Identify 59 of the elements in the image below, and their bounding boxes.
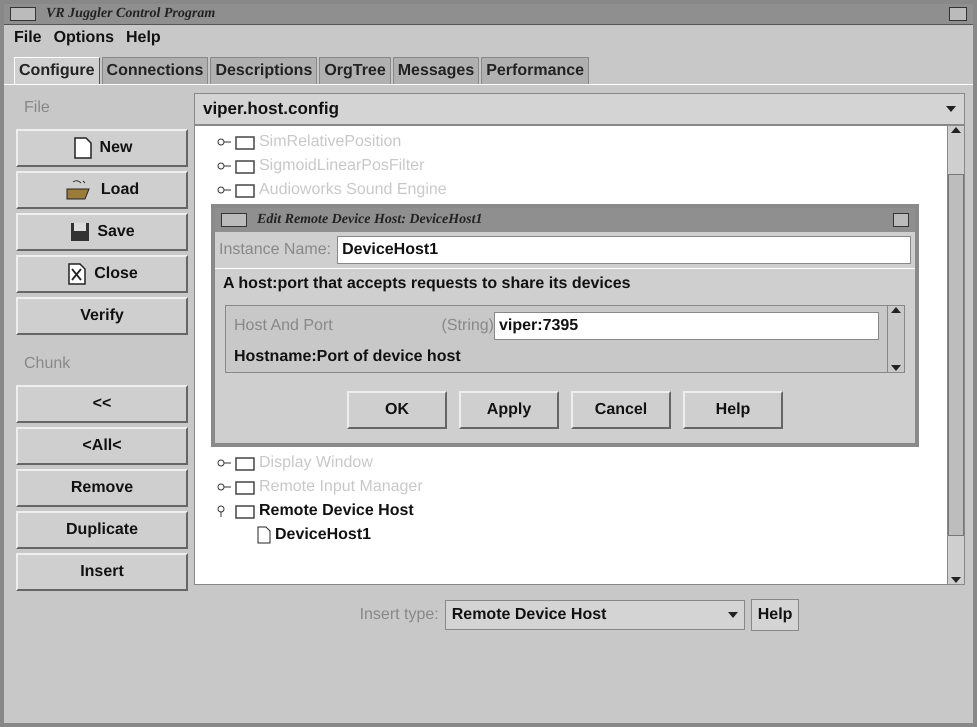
dialog-button[interactable]: Help	[683, 391, 783, 429]
scroll-up-icon[interactable]	[891, 306, 901, 314]
dialog-button[interactable]: Cancel	[571, 391, 671, 429]
property-name: Host And Port	[234, 317, 334, 335]
folder-icon	[235, 134, 255, 150]
tab[interactable]: Messages	[392, 57, 480, 84]
instance-name-label: Instance Name:	[219, 241, 332, 259]
tab[interactable]: Configure	[14, 57, 100, 84]
side-button[interactable]: Verify	[16, 297, 188, 335]
property-value-field[interactable]: viper:7395	[494, 312, 879, 340]
section-label: File	[23, 98, 51, 118]
window-title: VR Juggler Control Program	[46, 6, 216, 22]
document-icon	[257, 526, 271, 544]
window-menu-button[interactable]	[221, 213, 247, 227]
minimize-button[interactable]	[893, 213, 909, 227]
caret-icon	[946, 105, 956, 113]
scroll-down-icon[interactable]	[891, 364, 901, 372]
close-button[interactable]: Close	[16, 255, 188, 293]
side-button[interactable]: <<	[16, 385, 188, 423]
insert-type-dropdown[interactable]: Remote Device Host	[444, 600, 745, 630]
side-button[interactable]: <All<	[16, 427, 188, 465]
save-button[interactable]: Save	[16, 213, 188, 251]
dialog-button[interactable]: Apply	[459, 391, 559, 429]
dialog-title: Edit Remote Device Host: DeviceHost1	[257, 212, 482, 228]
window-menu-button[interactable]	[10, 7, 36, 21]
side-button[interactable]: Insert	[16, 553, 188, 591]
scroll-down-icon[interactable]	[951, 576, 961, 584]
tab[interactable]: Performance	[481, 57, 590, 84]
folder-icon	[235, 158, 255, 174]
tab[interactable]: OrgTree	[319, 57, 391, 84]
document-x-icon	[66, 262, 88, 286]
document-icon	[72, 136, 94, 160]
menu-item[interactable]: Options	[52, 29, 116, 49]
folder-icon	[235, 455, 255, 471]
instance-name-field[interactable]: DeviceHost1	[337, 236, 911, 264]
insert-type-label: Insert type:	[360, 606, 439, 624]
folder-icon	[235, 182, 255, 198]
tree-item[interactable]: Remote Device Host	[259, 502, 414, 520]
menu-item[interactable]: File	[12, 29, 44, 49]
section-label: Chunk	[23, 354, 72, 374]
help-button[interactable]: Help	[750, 599, 800, 631]
tab[interactable]: Descriptions	[210, 57, 318, 84]
side-button[interactable]: Remove	[16, 469, 188, 507]
side-button[interactable]: Duplicate	[16, 511, 188, 549]
tab[interactable]: Connections	[102, 57, 208, 84]
menu-item[interactable]: Help	[124, 29, 163, 49]
dialog-button[interactable]: OK	[347, 391, 447, 429]
scroll-thumb[interactable]	[948, 174, 964, 536]
folder-icon	[235, 479, 255, 495]
property-help-text: Hostname:Port of device host	[234, 347, 462, 366]
file-dropdown[interactable]: viper.host.config	[194, 93, 965, 125]
new-button[interactable]: New	[16, 129, 188, 167]
tree-item[interactable]: DeviceHost1	[275, 526, 372, 544]
property-type: (String)	[440, 317, 494, 335]
caret-icon	[728, 611, 738, 619]
folder-icon	[235, 503, 255, 519]
load-button[interactable]: Load	[16, 171, 188, 209]
description-text: A host:port that accepts requests to share its devices	[215, 268, 915, 299]
minimize-button[interactable]	[949, 7, 967, 21]
